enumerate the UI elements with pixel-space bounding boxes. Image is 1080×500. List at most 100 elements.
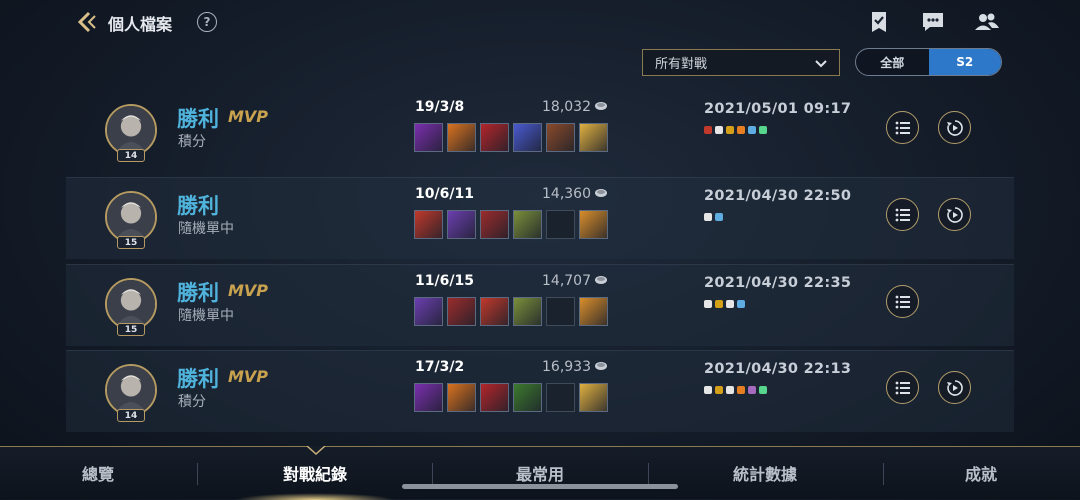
checklist-icon (872, 12, 886, 32)
friends-icon (975, 13, 999, 30)
item-slot (447, 383, 476, 412)
item-slot (513, 297, 542, 326)
achievement-badge-icon (726, 126, 734, 134)
match-detail-button[interactable] (886, 371, 919, 404)
item-build (414, 210, 608, 239)
replay-button[interactable] (938, 371, 971, 404)
bottom-nav: 總覽 對戰紀錄 最常用 統計數據 成就 (0, 446, 1080, 500)
season-option-all[interactable]: 全部 (856, 49, 929, 75)
replay-icon (946, 379, 963, 396)
coin-icon (595, 189, 607, 197)
home-indicator[interactable] (402, 484, 678, 489)
achievement-badge-icon (704, 126, 712, 134)
game-mode: 隨機單中 (178, 308, 234, 324)
achievement-badges (704, 300, 745, 308)
match-result: 勝利 (177, 194, 219, 218)
replay-icon (946, 206, 963, 223)
achievement-badge-icon (748, 386, 756, 394)
match-row[interactable]: 14 勝利 MVP 積分 17/3/2 16,933 2021/04/30 22:13 (66, 350, 1014, 432)
tab-achievements[interactable]: 成就 (965, 461, 997, 485)
replay-button[interactable] (938, 111, 971, 144)
match-row[interactable]: 14 勝利 MVP 積分 19/3/8 18,032 2021/05/01 09:17 (66, 91, 1014, 173)
kda: 10/6/11 (415, 186, 474, 202)
chat-button[interactable] (920, 10, 946, 34)
achievement-badge-icon (704, 213, 712, 221)
empty-item-slot (546, 383, 575, 412)
item-slot (480, 210, 509, 239)
match-result: 勝利 (177, 367, 219, 391)
tab-match-history[interactable]: 對戰紀錄 (283, 461, 347, 485)
match-result: 勝利 (177, 107, 219, 131)
list-icon (895, 295, 910, 308)
back-arrow-icon (77, 11, 96, 33)
achievement-badge-icon (759, 386, 767, 394)
item-slot (579, 123, 608, 152)
match-datetime: 2021/04/30 22:50 (704, 188, 852, 204)
item-slot (447, 297, 476, 326)
achievement-badges (704, 386, 767, 394)
replay-button[interactable] (938, 198, 971, 231)
achievement-badge-icon (737, 386, 745, 394)
mvp-label: MVP (228, 107, 269, 126)
tab-overview[interactable]: 總覽 (82, 461, 114, 485)
achievement-badge-icon (715, 213, 723, 221)
match-row[interactable]: 15 勝利 隨機單中 10/6/11 14,360 2021/04/30 22:50 (66, 177, 1014, 259)
match-detail-button[interactable] (886, 111, 919, 144)
task-checklist-button[interactable] (866, 10, 892, 34)
kda: 17/3/2 (415, 359, 465, 375)
chevron-down-icon (815, 60, 827, 68)
achievement-badge-icon (737, 126, 745, 134)
match-filter-dropdown[interactable]: 所有對戰 (642, 49, 840, 76)
item-slot (546, 123, 575, 152)
item-slot (414, 297, 443, 326)
kda: 19/3/8 (415, 99, 465, 115)
match-detail-button[interactable] (886, 198, 919, 231)
item-slot (414, 383, 443, 412)
match-result: 勝利 (177, 281, 219, 305)
nav-divider (648, 463, 649, 485)
replay-icon (946, 119, 963, 136)
hero-portrait-icon (107, 280, 155, 328)
list-icon (895, 381, 910, 394)
item-slot (513, 210, 542, 239)
list-icon (895, 121, 910, 134)
item-slot (447, 123, 476, 152)
achievement-badges (704, 126, 767, 134)
achievement-badge-icon (759, 126, 767, 134)
item-build (414, 123, 608, 152)
hero-level-badge: 14 (117, 409, 145, 422)
match-datetime: 2021/05/01 09:17 (704, 101, 852, 117)
help-button[interactable]: ? (197, 12, 217, 32)
tab-statistics[interactable]: 統計數據 (733, 461, 797, 485)
achievement-badge-icon (715, 126, 723, 134)
item-slot (414, 210, 443, 239)
page-title: 個人檔案 (108, 15, 173, 34)
match-detail-button[interactable] (886, 285, 919, 318)
achievement-badge-icon (737, 300, 745, 308)
match-row[interactable]: 15 勝利 MVP 隨機單中 11/6/15 14,707 2021/04/30 22:35 (66, 264, 1014, 346)
achievement-badge-icon (748, 126, 756, 134)
match-datetime: 2021/04/30 22:13 (704, 361, 852, 377)
season-toggle: 全部 S2 (855, 48, 1002, 76)
item-slot (447, 210, 476, 239)
game-mode: 積分 (178, 394, 206, 410)
top-bar: 個人檔案 ? (0, 0, 1080, 46)
hero-level-badge: 15 (117, 236, 145, 249)
tab-most-used[interactable]: 最常用 (516, 461, 564, 485)
list-icon (895, 208, 910, 221)
game-mode: 隨機單中 (178, 221, 234, 237)
achievement-badge-icon (704, 300, 712, 308)
empty-item-slot (546, 210, 575, 239)
achievement-badges (704, 213, 723, 221)
friends-button[interactable] (974, 10, 1000, 34)
item-slot (579, 383, 608, 412)
season-option-s2[interactable]: S2 (928, 49, 1001, 75)
empty-item-slot (546, 297, 575, 326)
back-button[interactable] (74, 9, 100, 35)
hero-level-badge: 15 (117, 323, 145, 336)
mvp-label: MVP (228, 281, 269, 300)
achievement-badge-icon (726, 300, 734, 308)
hero-level-badge: 14 (117, 149, 145, 162)
coin-icon (595, 276, 607, 284)
gold-earned: 18,032 (542, 99, 591, 115)
